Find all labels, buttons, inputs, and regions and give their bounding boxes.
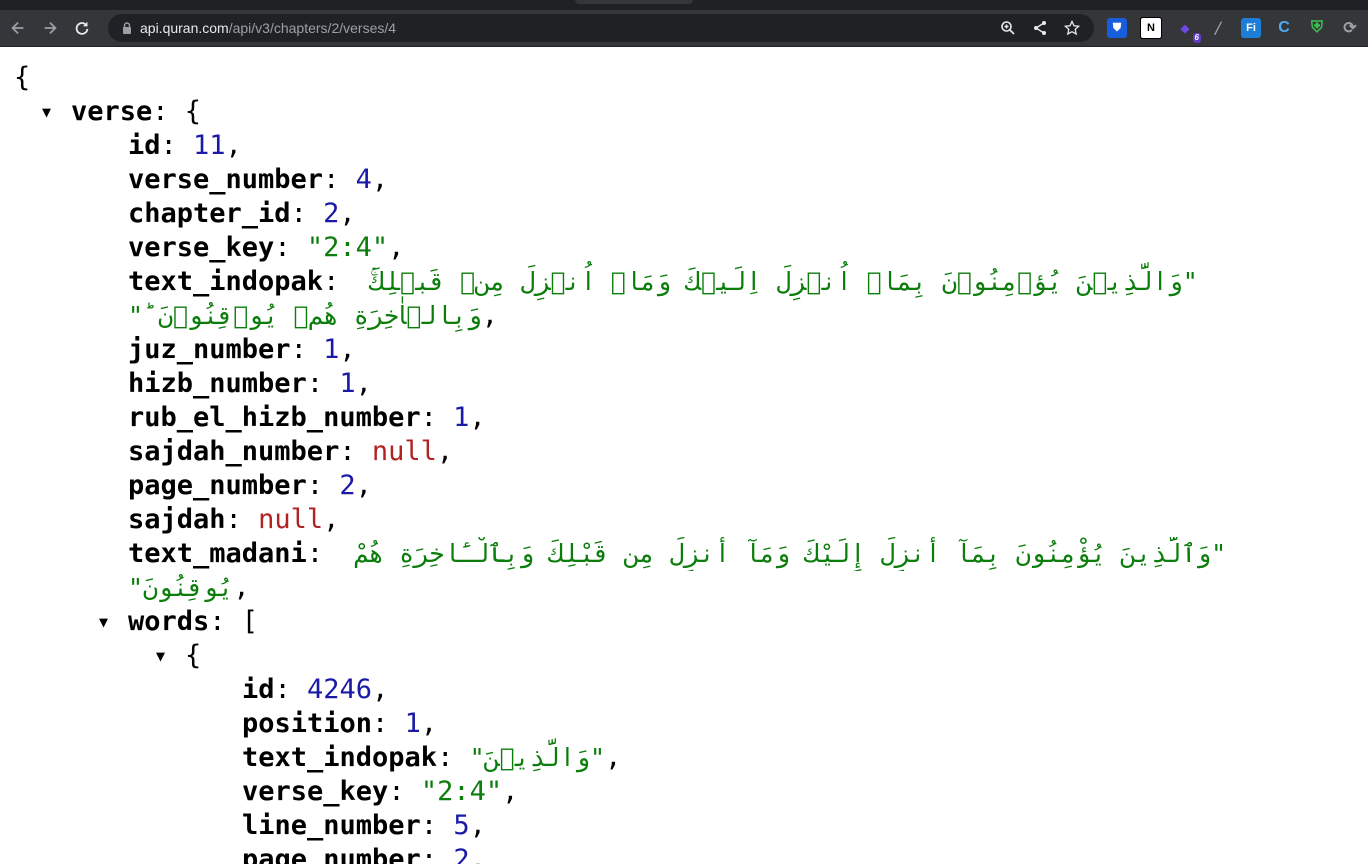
field-page-number: page_number: 2, <box>128 470 372 501</box>
json-viewer: { ▼ verse: { id: 11, verse_number: 4, ch… <box>0 47 1368 864</box>
lock-icon[interactable] <box>120 21 134 35</box>
url-path: /api/v3/chapters/2/verses/4 <box>228 20 397 36</box>
field-text-madani: text_madani: <box>128 538 340 569</box>
extension-sync-icon[interactable]: ⟳ <box>1340 18 1360 38</box>
verse-collapse-toggle[interactable]: ▼ <box>42 95 51 129</box>
forward-button[interactable] <box>36 14 64 42</box>
arrow-left-icon <box>11 21 24 35</box>
text-indopak-value-line1: "وَالَّذِیۡنَ یُؤۡمِنُوۡنَ بِمَاۤ اُنۡزِ… <box>370 267 1198 296</box>
zoom-icon <box>1001 21 1015 35</box>
field-id: id: 11, <box>128 130 242 161</box>
tab-edge[interactable] <box>575 0 693 4</box>
field-chapter-id: chapter_id: 2, <box>128 198 356 229</box>
field-verse-key: verse_key: "2:4", <box>128 232 405 263</box>
back-button[interactable] <box>4 14 32 42</box>
field-text-indopak: text_indopak: <box>128 266 356 297</box>
extension-fi-icon[interactable]: Fi <box>1241 18 1261 38</box>
browser-toolbar: api.quran.com/api/v3/chapters/2/verses/4… <box>0 10 1368 47</box>
field-sajdah: sajdah: null, <box>128 504 340 535</box>
word-field-text-indopak: text_indopak: "وَالَّذِیۡنَ", <box>242 742 622 773</box>
reload-button[interactable] <box>68 14 96 42</box>
share-button[interactable] <box>1024 14 1056 42</box>
word-object-open-brace: { <box>185 640 202 671</box>
arrow-right-icon <box>44 21 57 35</box>
text-madani-value-line2: يُوقِنُونَ", <box>128 572 250 603</box>
words-collapse-toggle[interactable]: ▼ <box>99 605 108 639</box>
root-open-brace: { <box>14 62 31 93</box>
json-key: verse <box>71 96 153 127</box>
field-hizb-number: hizb_number: 1, <box>128 368 372 399</box>
word-object-collapse-toggle[interactable]: ▼ <box>156 639 165 673</box>
bitwarden-extension-icon[interactable]: ⛊ <box>1107 18 1127 38</box>
word-field-line-number: line_number: 5, <box>242 810 486 841</box>
share-icon <box>1034 21 1046 35</box>
notion-extension-icon[interactable]: N <box>1140 17 1162 39</box>
bookmark-button[interactable] <box>1056 14 1088 42</box>
zoom-button[interactable] <box>992 14 1024 42</box>
word-field-position: position: 1, <box>242 708 438 739</box>
star-icon <box>1064 20 1080 36</box>
extension-c-icon[interactable]: C <box>1274 18 1294 38</box>
text-indopak-value-line2: وَبِالۡاٰخِرَةِ هُمۡ یُوۡقِنُوۡنَؕ", <box>128 300 499 331</box>
extension-badge: 6 <box>1192 33 1201 43</box>
extension-pen-icon[interactable]: ╱ <box>1208 18 1228 38</box>
words-array-line: words: [ <box>128 606 259 637</box>
tab-strip <box>0 0 1368 10</box>
extension-shield-icon[interactable]: ⛨ <box>1307 18 1327 38</box>
verse-object-line: verse: { <box>71 96 202 127</box>
field-rub-el-hizb-number: rub_el_hizb_number: 1, <box>128 402 486 433</box>
extensions-area: ⛊ N ◆ 6 ╱ Fi C ⛨ ⟳ <box>1107 17 1368 43</box>
address-bar[interactable]: api.quran.com/api/v3/chapters/2/verses/4 <box>108 14 1094 42</box>
word-field-page-number: page_number: 2, <box>242 844 486 864</box>
word-field-id: id: 4246, <box>242 674 389 705</box>
reload-icon <box>75 21 89 35</box>
word-field-verse-key: verse_key: "2:4", <box>242 776 519 807</box>
text-madani-value-line1: "وَٱلَّذِينَ يُؤْمِنُونَ بِمَآ أُنزِلَ إ… <box>354 539 1227 568</box>
extension-hat-icon[interactable]: ◆ 6 <box>1175 18 1201 43</box>
field-sajdah-number: sajdah_number: null, <box>128 436 454 467</box>
field-verse-number: verse_number: 4, <box>128 164 389 195</box>
url-host: api.quran.com <box>140 20 229 36</box>
field-juz-number: juz_number: 1, <box>128 334 356 365</box>
